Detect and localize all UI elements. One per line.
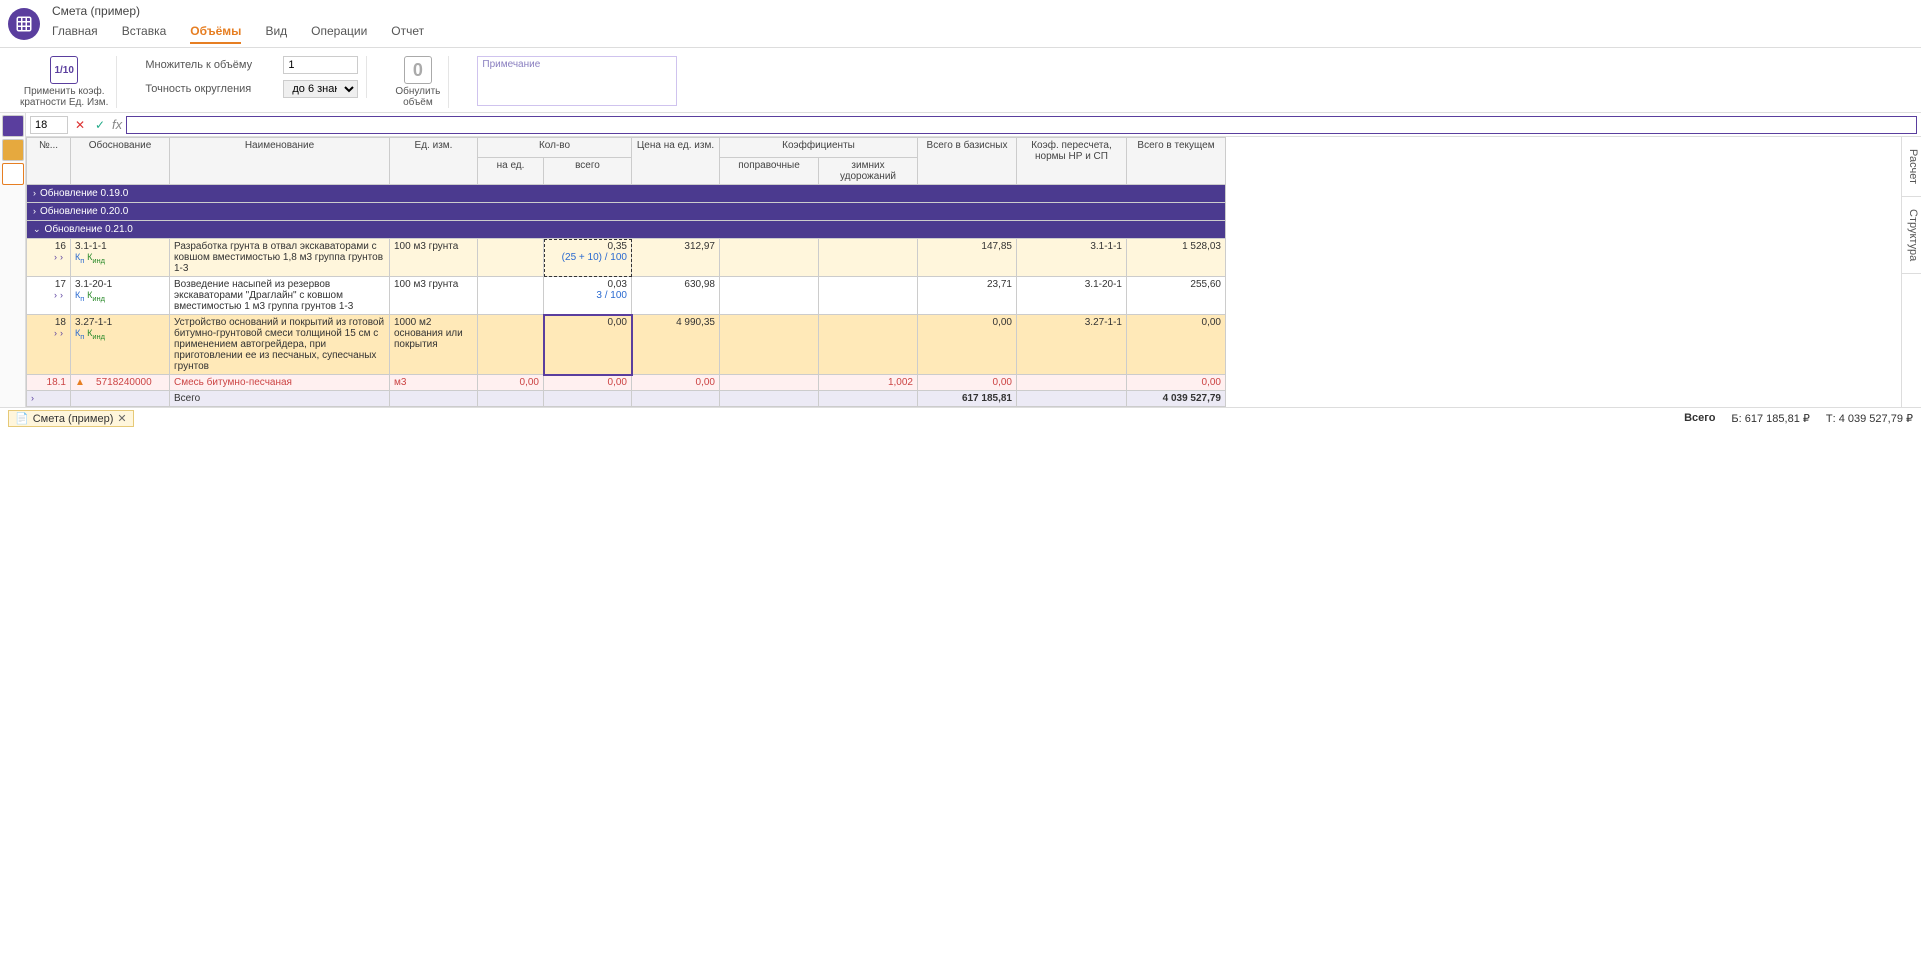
error-row[interactable]: 18.1 ▲ 5718240000 Смесь битумно-песчаная…: [27, 375, 1226, 391]
menu-report[interactable]: Отчет: [391, 20, 424, 44]
multiplier-input[interactable]: [283, 56, 358, 74]
right-sidebar: Расчет Структура: [1901, 137, 1921, 407]
sidebar-btn-1[interactable]: [2, 115, 24, 137]
col-basis: Обоснование: [71, 138, 170, 185]
group-row[interactable]: ›Обновление 0.20.0: [27, 203, 1226, 221]
right-tab-calc[interactable]: Расчет: [1902, 137, 1921, 197]
zero-label: Обнулить объём: [395, 86, 440, 108]
warning-icon: ▲: [75, 377, 85, 388]
formula-bar: ✕ ✓ fx: [26, 113, 1921, 137]
ribbon: 1/10 Применить коэф. кратности Ед. Изм. …: [0, 48, 1921, 113]
col-coef-winter: зимних удорожаний: [819, 158, 918, 185]
col-qty: Кол-во: [478, 138, 632, 158]
col-qty-total: всего: [544, 158, 632, 185]
multiplier-label: Множитель к объёму: [145, 59, 275, 71]
confirm-icon[interactable]: ✓: [92, 117, 108, 133]
status-total-label: Всего: [1684, 412, 1715, 425]
col-total-base: Всего в базисных: [918, 138, 1017, 185]
group-row[interactable]: ⌄Обновление 0.21.0: [27, 221, 1226, 239]
col-num: №...: [27, 138, 71, 185]
document-title: Смета (пример): [52, 4, 424, 18]
function-icon[interactable]: fx: [112, 117, 122, 132]
right-tab-struct[interactable]: Структура: [1902, 197, 1921, 274]
header: Смета (пример) Главная Вставка Объёмы Ви…: [0, 0, 1921, 48]
zero-volume-button[interactable]: 0 Обнулить объём: [395, 56, 440, 108]
col-unit: Ед. изм.: [390, 138, 478, 185]
document-tab[interactable]: 📄 Смета (пример) ✕: [8, 410, 134, 427]
sidebar-btn-3[interactable]: [2, 163, 24, 185]
estimate-table: №... Обоснование Наименование Ед. изм. К…: [26, 137, 1226, 407]
col-coef-corr: поправочные: [720, 158, 819, 185]
menu-bar: Главная Вставка Объёмы Вид Операции Отче…: [52, 20, 424, 44]
status-curr: Т: 4 039 527,79 ₽: [1826, 412, 1913, 425]
note-box[interactable]: Примечание: [477, 56, 677, 106]
table-row[interactable]: 18›› 3.27-1-1Кп Кинд Устройство основани…: [27, 315, 1226, 375]
apply-coef-button[interactable]: 1/10 Применить коэф. кратности Ед. Изм.: [20, 56, 108, 108]
fraction-icon: 1/10: [50, 56, 78, 84]
menu-main[interactable]: Главная: [52, 20, 98, 44]
status-base: Б: 617 185,81 ₽: [1731, 412, 1809, 425]
status-bar: 📄 Смета (пример) ✕ Всего Б: 617 185,81 ₽…: [0, 407, 1921, 429]
col-recalc: Коэф. пересчета, нормы НР и СП: [1017, 138, 1127, 185]
table-row[interactable]: 16›› 3.1-1-1Кп Кинд Разработка грунта в …: [27, 239, 1226, 277]
group-row[interactable]: ›Обновление 0.19.0: [27, 185, 1226, 203]
table-row[interactable]: 17›› 3.1-20-1Кп Кинд Возведение насыпей …: [27, 277, 1226, 315]
menu-operations[interactable]: Операции: [311, 20, 367, 44]
left-sidebar: [0, 113, 26, 407]
zero-icon: 0: [404, 56, 432, 84]
close-icon[interactable]: ✕: [117, 412, 126, 425]
rounding-select[interactable]: до 6 знаков: [283, 80, 358, 98]
col-name: Наименование: [170, 138, 390, 185]
sidebar-btn-2[interactable]: [2, 139, 24, 161]
app-icon: [8, 8, 40, 40]
doc-tab-icon: 📄: [15, 412, 29, 425]
formula-input[interactable]: [126, 116, 1917, 134]
grid-area: №... Обоснование Наименование Ед. изм. К…: [26, 137, 1901, 407]
col-coef: Коэффициенты: [720, 138, 918, 158]
rounding-label: Точность округления: [145, 83, 275, 95]
menu-volumes[interactable]: Объёмы: [190, 20, 241, 44]
col-price: Цена на ед. изм.: [632, 138, 720, 185]
apply-coef-label: Применить коэф. кратности Ед. Изм.: [20, 86, 108, 108]
cancel-icon[interactable]: ✕: [72, 117, 88, 133]
menu-view[interactable]: Вид: [265, 20, 287, 44]
menu-insert[interactable]: Вставка: [122, 20, 167, 44]
cell-reference-input[interactable]: [30, 116, 68, 134]
doc-tab-label: Смета (пример): [33, 413, 114, 425]
total-row: › Всего 617 185,81 4 039 527,79: [27, 391, 1226, 407]
col-total-curr: Всего в текущем: [1127, 138, 1226, 185]
col-qty-per: на ед.: [478, 158, 544, 185]
